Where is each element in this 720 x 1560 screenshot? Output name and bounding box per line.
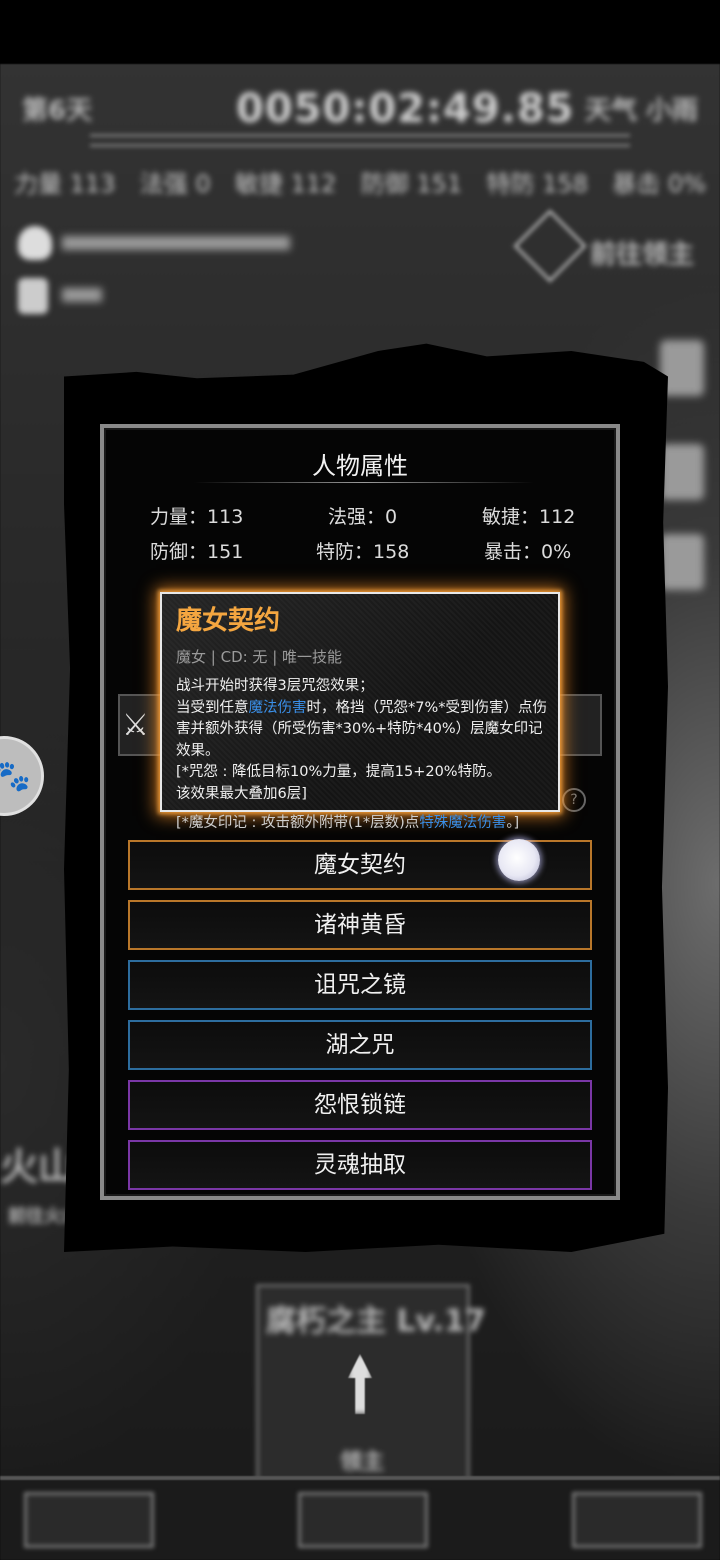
bg-stat: 法强 0: [139, 170, 211, 198]
title-divider: [194, 482, 534, 483]
boss-label: 前往领主: [590, 240, 695, 270]
tooltip-meta: 魔女 | CD: 无 | 唯一技能: [176, 648, 343, 666]
bottom-button: [298, 1492, 428, 1548]
stat-special-defense: 特防：158: [316, 537, 409, 564]
stat-label: 敏捷：: [482, 506, 540, 528]
bottom-button: [24, 1492, 154, 1548]
crossed-swords-icon: ⚔: [122, 708, 149, 743]
touch-indicator: [498, 839, 540, 881]
stamina-bar: [62, 288, 102, 302]
bg-stat: 敏捷 112: [235, 170, 337, 198]
tooltip-description: 战斗开始时获得3层咒怨效果； 当受到任意魔法伤害时，格挡（咒怨*7%*受到伤害）…: [176, 676, 548, 805]
desc-text: 当受到任意: [176, 699, 249, 716]
stat-value: 113: [207, 506, 244, 528]
skill-button-twilight-of-gods[interactable]: 诸神黄昏: [128, 900, 592, 950]
stat-label: 特防：: [316, 541, 374, 563]
side-tab: [660, 534, 704, 590]
day-counter: 第6天: [22, 96, 93, 126]
stat-value: 151: [207, 541, 244, 563]
bottom-button: [572, 1492, 702, 1548]
desc-text: [*魔女印记 : 攻击额外附带(1*层数)点: [176, 815, 420, 831]
bg-stat-row: 力量 113 法强 0 敏捷 112 防御 151 特防 158 暴击 0%: [14, 164, 706, 199]
bg-stat: 暴击 0%: [612, 170, 706, 198]
status-bar: [0, 0, 720, 64]
skill-button-cursed-mirror[interactable]: 诅咒之镜: [128, 960, 592, 1010]
desc-line: [*咒怨 : 降低目标10%力量，提高15+20%特防。: [176, 764, 502, 780]
stat-defense: 防御：151: [150, 537, 243, 564]
question-icon[interactable]: ?: [562, 788, 586, 812]
bg-stat: 防御 151: [360, 170, 463, 198]
desc-line: 战斗开始时获得3层咒怨效果；: [176, 678, 374, 694]
game-clock: 0050:02:49.85: [236, 86, 575, 132]
pet-icon: 🐾: [0, 758, 31, 794]
boss-icon: [513, 209, 587, 283]
skill-button-lake-curse[interactable]: 湖之咒: [128, 1020, 592, 1070]
divider: [90, 134, 630, 137]
stat-label: 法强：: [328, 506, 386, 528]
area-name: 火山: [0, 1145, 77, 1189]
desc-line: 当受到任意魔法伤害时，格挡（咒怨*7%*受到伤害）点伤害并额外获得（所受伤害*3…: [176, 698, 548, 763]
stat-crit: 暴击：0%: [484, 537, 571, 564]
tooltip-title: 魔女契约: [176, 606, 281, 636]
hp-bar: [62, 236, 290, 250]
stat-label: 防御：: [150, 541, 208, 563]
boss-card-label: 领主: [340, 1450, 385, 1475]
stat-value: 0: [385, 506, 398, 528]
stat-value: 112: [539, 506, 576, 528]
panel-title: 人物属性: [312, 452, 408, 480]
stat-value: 0%: [541, 541, 572, 563]
boss-card-title: 腐朽之主 Lv.17: [266, 1304, 486, 1339]
heart-icon: [18, 226, 52, 260]
strength-icon: [18, 278, 48, 314]
stat-label: 暴击：: [484, 541, 542, 563]
desc-line: 该效果最大叠加6层]: [176, 785, 307, 802]
desc-text: 。]: [506, 815, 520, 831]
stat-agility: 敏捷：112: [482, 502, 575, 529]
skill-button-soul-extraction[interactable]: 灵魂抽取: [128, 1140, 592, 1190]
magic-damage-keyword: 魔法伤害: [248, 699, 307, 716]
side-tab: [660, 444, 704, 500]
divider: [90, 144, 630, 147]
stat-value: 158: [373, 541, 410, 563]
bg-stat: 特防 158: [486, 170, 588, 198]
stat-strength: 力量：113: [150, 502, 243, 529]
skill-tooltip: 魔女契约 魔女 | CD: 无 | 唯一技能 战斗开始时获得3层咒怨效果； 当受…: [160, 592, 560, 812]
special-magic-damage-keyword: 特殊魔法伤害: [419, 815, 507, 831]
skill-slot-left[interactable]: ⚔: [118, 694, 162, 756]
tooltip-overflow-line: [*魔女印记 : 攻击额外附带(1*层数)点特殊魔法伤害。]: [176, 811, 519, 832]
stat-magic: 法强：0: [328, 502, 397, 529]
stat-label: 力量：: [150, 506, 208, 528]
skill-slot-right[interactable]: [558, 694, 602, 756]
bg-stat: 力量 113: [14, 170, 116, 198]
weather-label: 天气 小雨: [584, 96, 698, 126]
skill-button-grudge-chain[interactable]: 怨恨锁链: [128, 1080, 592, 1130]
